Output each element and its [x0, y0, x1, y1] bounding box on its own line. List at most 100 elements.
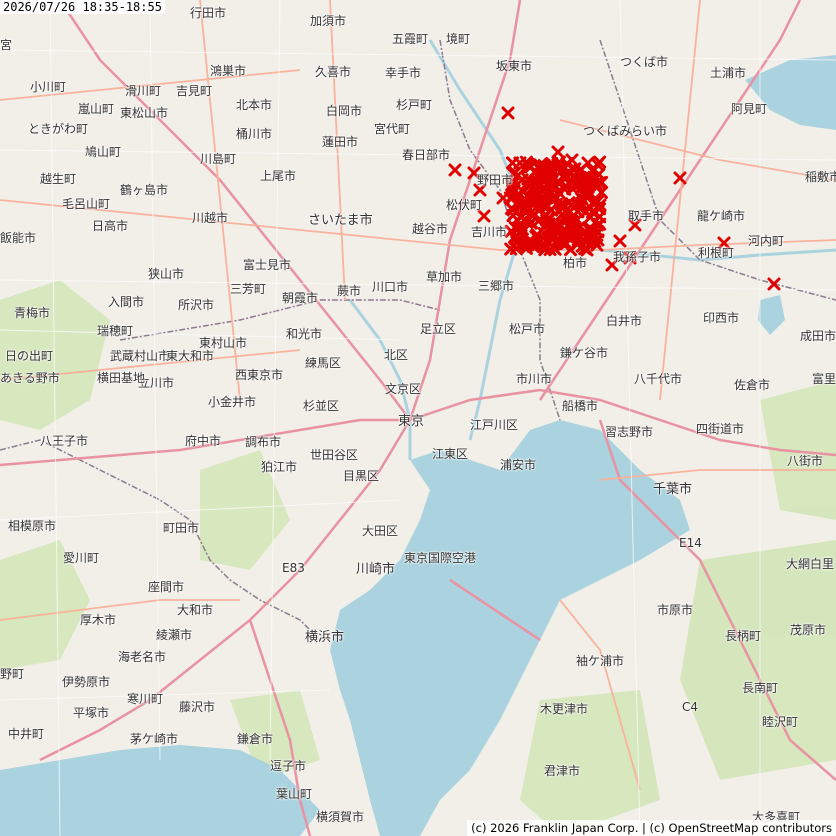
place-label: 吉川市 — [471, 225, 508, 239]
map[interactable]: 行田市 加須市 五霞町 境町 坂東市 つくば市 土浦市 鴻巣市 久喜市 幸手市 吉見町 東松山市 北本市… — [0, 0, 836, 836]
place-label: 茅ケ崎市 — [130, 732, 179, 746]
place-label: 藤沢市 — [179, 700, 216, 714]
place-label: 飯能市 — [0, 231, 37, 245]
place-label: 鶴ヶ島市 — [120, 183, 169, 197]
place-label: 川口市 — [372, 280, 409, 294]
place-label: 取手市 — [628, 209, 665, 223]
place-label: 成田市 — [800, 329, 836, 343]
place-label: 鎌ケ谷市 — [560, 346, 609, 360]
place-label: 長南町 — [742, 681, 779, 695]
place-label: 富士見市 — [243, 258, 292, 272]
place-label: 龍ケ崎市 — [697, 209, 746, 223]
place-label: 我孫子市 — [613, 250, 662, 264]
place-label: 調布市 — [245, 435, 282, 449]
place-label: 幸手市 — [385, 66, 422, 80]
place-label: 滑川町 — [125, 84, 162, 98]
place-label: 日の出町 — [5, 349, 54, 363]
place-label: 印西市 — [703, 311, 740, 325]
place-label: 桶川市 — [236, 127, 273, 141]
place-label: 三芳町 — [230, 282, 267, 296]
place-label: ときがわ町 — [28, 122, 89, 136]
place-label: 愛川町 — [63, 551, 100, 565]
place-label: 八街市 — [787, 454, 824, 468]
place-label: あきる野市 — [0, 371, 60, 385]
place-label: 世田谷区 — [310, 448, 359, 462]
place-label: 平塚市 — [73, 706, 110, 720]
place-label: 青梅市 — [14, 306, 51, 320]
place-label: 宮代町 — [374, 122, 411, 136]
place-label: 松伏町 — [446, 198, 483, 212]
place-label: 大網白里 — [786, 557, 835, 571]
place-label: 行田市 — [190, 6, 227, 20]
place-label: 江東区 — [432, 447, 469, 461]
place-label: 鎌倉市 — [237, 732, 274, 746]
place-label: 嵐山町 — [78, 102, 115, 116]
place-label: 四街道市 — [696, 422, 745, 436]
place-label: 和光市 — [286, 327, 323, 341]
place-label: 日高市 — [92, 219, 129, 233]
place-label: 利根町 — [698, 246, 735, 260]
place-label: 西東京市 — [235, 368, 284, 382]
place-label: E14 — [679, 536, 702, 550]
place-label: 木更津市 — [540, 702, 589, 716]
place-label: 町田市 — [163, 521, 200, 535]
place-label: 鳩山町 — [85, 145, 122, 159]
place-label: 茂原市 — [790, 623, 827, 637]
place-label: 府中市 — [185, 434, 222, 448]
place-label: 小川町 — [30, 80, 67, 94]
place-label: 坂東市 — [496, 59, 533, 73]
place-label: 所沢市 — [178, 298, 215, 312]
place-label: 鴻巣市 — [210, 64, 247, 78]
attribution: (c) 2026 Franklin Japan Corp. | (c) Open… — [467, 820, 836, 836]
place-label: 稲敷市 — [805, 170, 836, 184]
place-label: 浦安市 — [500, 458, 537, 472]
place-label: 武蔵村山市 — [110, 349, 171, 363]
place-label: 東京 — [398, 414, 425, 429]
place-label: 君津市 — [544, 764, 581, 778]
place-label: 綾瀬市 — [156, 628, 193, 642]
place-label: 狛江市 — [261, 460, 298, 474]
place-label: 春日部市 — [402, 148, 451, 162]
place-label: 袖ケ浦市 — [576, 654, 625, 668]
place-label: 大田区 — [362, 524, 399, 538]
place-label: 三郷市 — [478, 279, 515, 293]
place-label: 横須賀市 — [316, 810, 365, 824]
place-label: 境町 — [446, 32, 471, 46]
place-label: 市原市 — [657, 603, 694, 617]
place-label: 横浜市 — [305, 630, 345, 645]
place-label: 越生町 — [40, 172, 77, 186]
place-label: 小金井市 — [208, 395, 257, 409]
place-label: 横田基地 — [97, 371, 146, 385]
place-label: 葉山町 — [276, 787, 313, 801]
place-label: 逗子市 — [270, 759, 307, 773]
place-label: 中井町 — [8, 727, 45, 741]
place-label: 久喜市 — [315, 65, 352, 79]
place-label: 杉並区 — [303, 399, 340, 413]
place-label: 杉戸町 — [396, 98, 433, 112]
place-label: 阿見町 — [731, 102, 768, 116]
time-range: 2026/07/26 18:35-18:55 — [0, 0, 165, 14]
place-label: 朝霞市 — [282, 291, 319, 305]
place-label: 越谷市 — [412, 222, 449, 236]
place-label: 練馬区 — [305, 356, 342, 370]
place-label: 座間市 — [148, 580, 185, 594]
place-label: 習志野市 — [605, 425, 654, 439]
place-label: 寒川町 — [127, 692, 164, 706]
place-label: さいたま市 — [308, 213, 373, 228]
place-label: 瑞穂町 — [97, 324, 134, 338]
place-label: 大和市 — [177, 603, 214, 617]
place-label: 睦沢町 — [762, 715, 799, 729]
place-label: 入間市 — [108, 295, 145, 309]
place-label: 東京国際空港 — [404, 551, 477, 565]
place-label: 江戸川区 — [470, 418, 519, 432]
place-label: 加須市 — [310, 14, 347, 28]
place-label: 長柄町 — [725, 629, 762, 643]
place-label: 宮 — [0, 38, 13, 52]
place-label: 厚木市 — [80, 613, 117, 627]
place-label: つくばみらい市 — [583, 124, 668, 138]
place-label: 八王子市 — [40, 434, 89, 448]
place-label: 狭山市 — [148, 267, 185, 281]
place-label: 相模原市 — [8, 519, 57, 533]
place-label: 川崎市 — [356, 562, 396, 577]
place-label: 土浦市 — [710, 66, 747, 80]
